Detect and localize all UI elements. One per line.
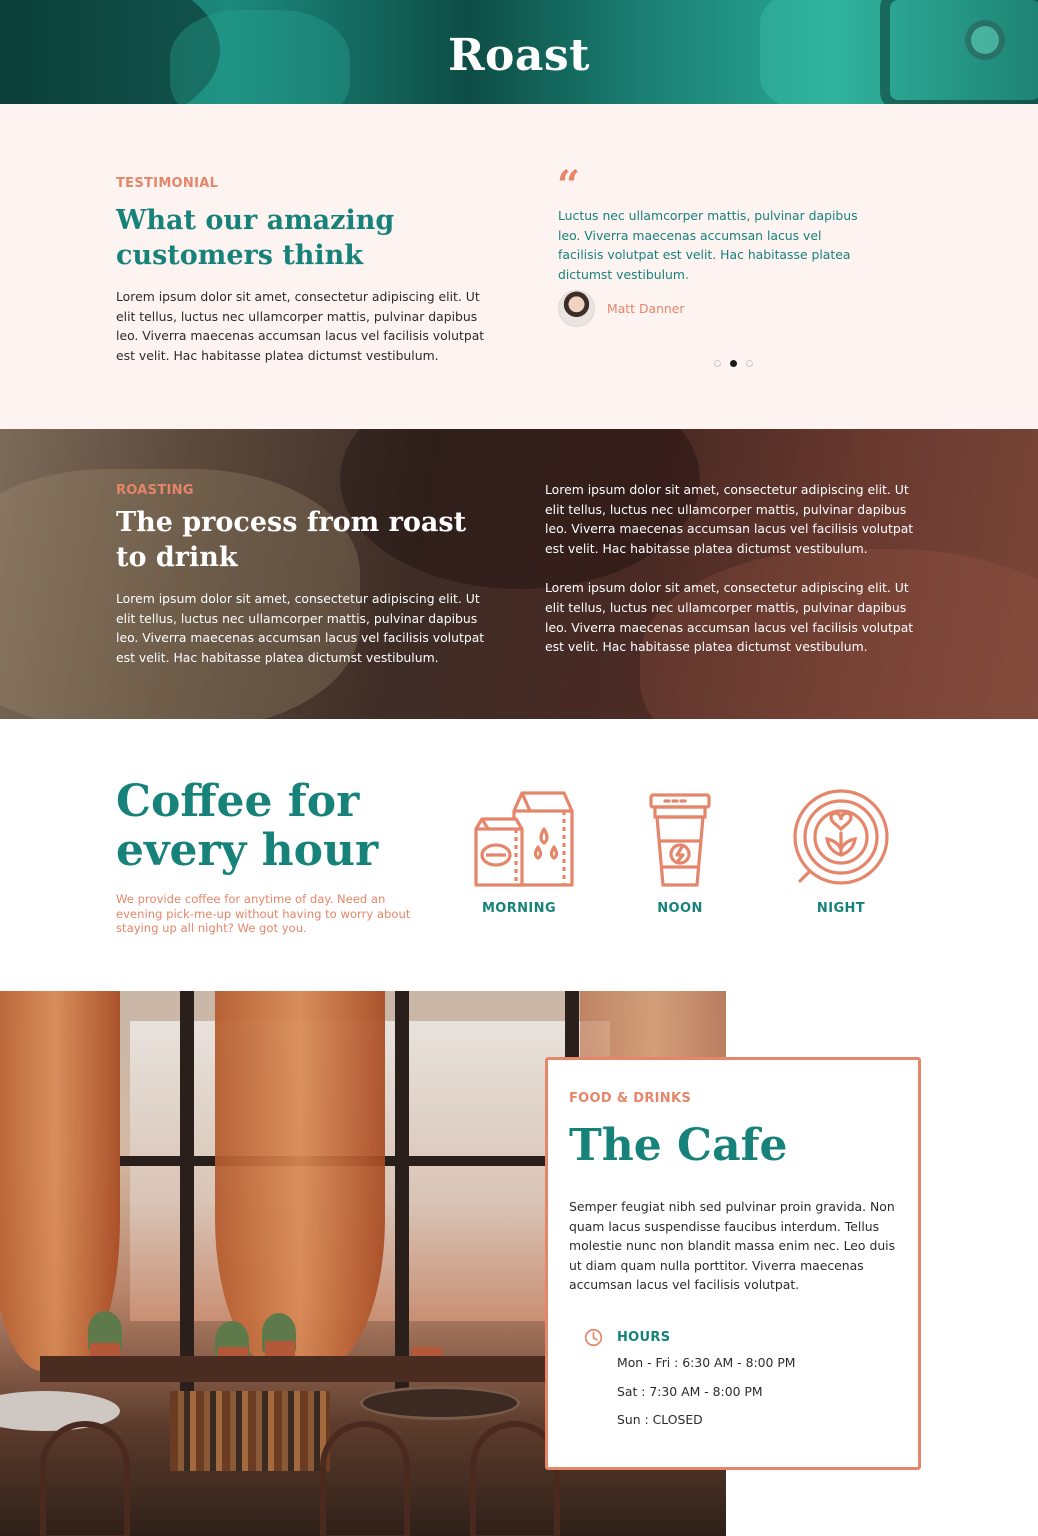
hours-saturday: Sat : 7:30 AM - 8:00 PM — [617, 1383, 763, 1399]
cafe-bookshelf — [170, 1391, 330, 1471]
time-label-noon: NOON — [657, 901, 703, 916]
coffee-hours-title: Coffee for every hour — [116, 777, 436, 875]
roasting-heading-line2: to drink — [116, 542, 238, 573]
time-card-night[interactable]: NIGHT — [781, 789, 901, 916]
roasting-heading: The process from roast to drink — [116, 505, 496, 575]
hero-banner: Roast — [0, 0, 1038, 104]
time-label-night: NIGHT — [816, 901, 866, 916]
quote-icon: “ — [557, 162, 581, 209]
cafe-chair — [320, 1421, 410, 1536]
roasting-intro: The process from roast to drink Lorem ip… — [116, 505, 496, 667]
coffee-hours-title-line2: every hour — [116, 825, 379, 876]
testimonial-heading: What our amazing customers think — [116, 203, 496, 273]
clock-icon — [584, 1328, 603, 1347]
slider-dot-2[interactable] — [730, 360, 737, 367]
opening-hours: HOURS Mon - Fri : 6:30 AM - 8:00 PM Sat … — [584, 1328, 904, 1435]
roasting-details: Lorem ipsum dolor sit amet, consectetur … — [545, 480, 925, 657]
coffee-hours-section: Coffee for every hour We provide coffee … — [0, 719, 1038, 991]
hours-title: HOURS — [617, 1330, 671, 1345]
cafe-curtain — [215, 991, 385, 1371]
roasting-body-left: Lorem ipsum dolor sit amet, consectetur … — [116, 591, 485, 665]
milk-carton-icon — [474, 791, 574, 887]
hours-sunday: Sun : CLOSED — [617, 1412, 703, 1427]
cafe-description: Semper feugiat nibh sed pulvinar proin g… — [569, 1199, 896, 1293]
cafe-eyebrow: FOOD & DRINKS — [569, 1091, 692, 1106]
testimonial-quote: Luctus nec ullamcorper mattis, pulvinar … — [558, 208, 858, 282]
coffee-cup-icon — [649, 793, 711, 887]
roasting-body-right-1: Lorem ipsum dolor sit amet, consectetur … — [545, 482, 914, 556]
roasting-heading-line1: The process from roast — [116, 507, 467, 538]
roasting-eyebrow: ROASTING — [116, 483, 194, 498]
cafe-title: The Cafe — [569, 1120, 788, 1171]
slider-dots — [714, 360, 753, 367]
slider-dot-1[interactable] — [714, 360, 721, 367]
testimonial-eyebrow: TESTIMONIAL — [116, 176, 219, 191]
testimonial-section: TESTIMONIAL What our amazing customers t… — [0, 104, 1038, 429]
hours-header: HOURS — [584, 1328, 904, 1347]
testimonial-author: Matt Danner — [558, 290, 685, 327]
author-name: Matt Danner — [607, 301, 685, 316]
time-card-noon[interactable]: NOON — [620, 789, 740, 916]
roasting-section: ROASTING The process from roast to drink… — [0, 429, 1038, 719]
cafe-window-frame — [395, 991, 409, 1391]
slider-dot-3[interactable] — [746, 360, 753, 367]
cafe-table — [360, 1386, 520, 1420]
testimonial-body: Lorem ipsum dolor sit amet, consectetur … — [116, 289, 485, 363]
testimonial-intro: TESTIMONIAL What our amazing customers t… — [116, 176, 496, 365]
testimonial-heading-line1: What our amazing — [116, 205, 395, 236]
testimonial-heading-line2: customers think — [116, 240, 364, 271]
cafe-info-card: FOOD & DRINKS The Cafe Semper feugiat ni… — [545, 1057, 921, 1470]
coffee-hours-subtitle: We provide coffee for anytime of day. Ne… — [116, 892, 411, 935]
coffee-hours-title-line1: Coffee for — [116, 776, 360, 827]
hours-weekdays: Mon - Fri : 6:30 AM - 8:00 PM — [617, 1355, 796, 1370]
time-card-morning[interactable]: MORNING — [459, 789, 579, 916]
avatar — [558, 290, 595, 327]
cafe-chair — [40, 1421, 130, 1536]
latte-art-icon — [793, 789, 889, 885]
roasting-body-right-2: Lorem ipsum dolor sit amet, consectetur … — [545, 580, 914, 655]
hero-title: Roast — [447, 30, 591, 81]
cafe-window-frame — [180, 991, 194, 1391]
time-label-morning: MORNING — [481, 901, 557, 916]
